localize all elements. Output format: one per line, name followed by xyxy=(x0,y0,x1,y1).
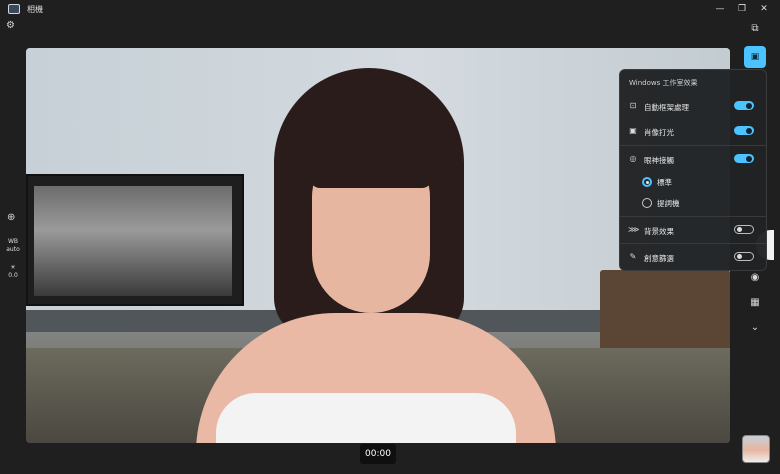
recording-timer: 00:00 xyxy=(360,444,396,464)
portrait-light-toggle[interactable] xyxy=(734,126,754,135)
effect-label: 肖像打光 xyxy=(644,128,674,137)
restore-icon[interactable]: ❐ xyxy=(734,2,750,16)
camera-icon[interactable]: ◉ xyxy=(748,272,762,283)
portrait-light-icon: ▣ xyxy=(629,126,637,135)
studio-effects-panel: Windows 工作室效果 ⊡ 自動框架處理 ▣ 肖像打光 ◎ 眼神接觸 標準 … xyxy=(619,69,767,271)
creative-filter-icon: ✎ xyxy=(629,252,637,261)
effect-label: 創意篩選 xyxy=(644,254,674,263)
gear-icon[interactable]: ⚙ xyxy=(6,20,15,31)
title-bar: 相機 — ❐ ✕ xyxy=(0,0,780,18)
switch-camera-icon[interactable]: ⧉ xyxy=(748,23,762,34)
auto-framing-toggle[interactable] xyxy=(734,101,754,110)
radio-teleprompter[interactable] xyxy=(642,198,652,208)
panel-title: Windows 工作室效果 xyxy=(629,79,698,87)
camera-app-icon xyxy=(8,4,20,14)
studio-effects-button[interactable]: ▣ xyxy=(744,46,766,68)
radio-standard[interactable] xyxy=(642,177,652,187)
app-title: 相機 xyxy=(27,5,43,14)
exposure-control[interactable]: ☀ 0.0 xyxy=(4,264,22,280)
effect-row-background: ⋙ 背景效果 xyxy=(620,219,766,241)
exposure-value: 0.0 xyxy=(8,272,18,279)
chevron-down-icon[interactable]: ⌄ xyxy=(748,322,762,333)
effect-label: 背景效果 xyxy=(644,227,674,236)
exposure-icon: ☀ xyxy=(10,264,16,271)
close-icon[interactable]: ✕ xyxy=(756,2,772,16)
picture-frame xyxy=(26,174,244,306)
minimize-icon[interactable]: — xyxy=(712,2,728,16)
effect-label: 自動框架處理 xyxy=(644,103,689,112)
eye-contact-option-teleprompter[interactable]: 提詞機 xyxy=(620,191,766,213)
option-label: 提詞機 xyxy=(657,199,680,208)
wb-value: auto xyxy=(6,246,20,253)
creative-filter-toggle[interactable] xyxy=(734,252,754,261)
zoom-in-icon[interactable]: ⊕ xyxy=(7,212,15,223)
eye-contact-icon: ◎ xyxy=(629,154,637,163)
eye-contact-option-standard[interactable]: 標準 xyxy=(620,170,766,192)
effect-row-creative-filter: ✎ 創意篩選 xyxy=(620,246,766,268)
auto-framing-icon: ⊡ xyxy=(629,101,637,110)
effect-row-eye-contact: ◎ 眼神接觸 xyxy=(620,148,766,170)
white-balance-control[interactable]: WB auto xyxy=(4,238,22,254)
background-effect-icon: ⋙ xyxy=(628,225,640,234)
effect-label: 眼神接觸 xyxy=(644,156,674,165)
wb-label: WB xyxy=(7,238,19,245)
last-capture-thumbnail[interactable] xyxy=(742,435,770,463)
effect-row-portrait-light: ▣ 肖像打光 xyxy=(620,120,766,142)
option-label: 標準 xyxy=(657,178,672,187)
qr-code-icon[interactable]: ▦ xyxy=(748,297,762,308)
effect-row-auto-framing: ⊡ 自動框架處理 xyxy=(620,95,766,117)
studio-effects-icon: ▣ xyxy=(750,52,760,62)
eye-contact-toggle[interactable] xyxy=(734,154,754,163)
background-effect-toggle[interactable] xyxy=(734,225,754,234)
